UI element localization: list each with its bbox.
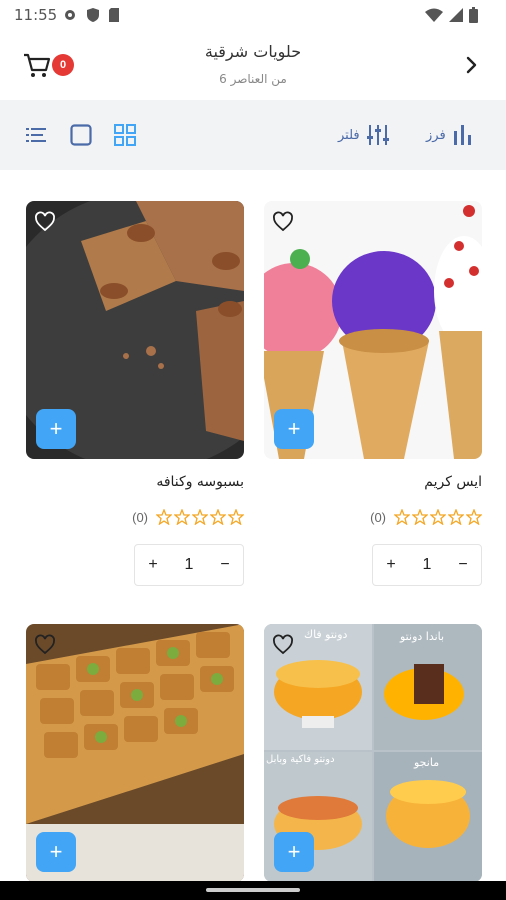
battery-icon [469, 7, 478, 23]
star-icon [192, 509, 208, 525]
product-card[interactable]: دونتو فاك باندا دونتو دونتو فاكية وبابل … [264, 624, 482, 882]
sort-button[interactable]: فرز [426, 120, 472, 150]
star-icon [466, 509, 482, 525]
overlay-text: مانجو [414, 756, 440, 769]
add-to-cart-button[interactable]: + [36, 832, 76, 872]
status-time: 11:55 [14, 6, 58, 24]
app-header: 0 حلويات شرقية 6 من العناصر [0, 32, 506, 100]
filter-label: فلتر [338, 127, 360, 143]
grid-view-button[interactable] [114, 120, 136, 150]
page-title: حلويات شرقية [204, 42, 302, 61]
star-icon [394, 509, 410, 525]
add-to-cart-button[interactable]: + [36, 409, 76, 449]
rating-count: (0) [370, 509, 386, 525]
rating-stars: (0) [370, 509, 482, 525]
item-count: 6 من العناصر [219, 72, 287, 86]
system-nav-bar [0, 881, 506, 900]
sd-card-icon [109, 8, 119, 22]
quantity-stepper: + 1 − [134, 544, 244, 586]
status-bar: 11:55 [0, 0, 506, 32]
list-view-icon [26, 128, 46, 142]
product-image[interactable]: + [26, 624, 244, 882]
rating-count: (0) [132, 509, 148, 525]
heart-icon[interactable] [272, 211, 294, 233]
star-icon [430, 509, 446, 525]
decrease-button[interactable]: + [141, 556, 165, 574]
grid-view-icon [114, 124, 136, 146]
heart-icon[interactable] [34, 634, 56, 656]
product-card[interactable]: + ايس كريم (0) + 1 − [264, 201, 482, 586]
quantity-value: 1 [184, 556, 194, 573]
quantity-stepper: + 1 − [372, 544, 482, 586]
star-icon [156, 509, 172, 525]
sort-label: فرز [426, 127, 446, 143]
quantity-value: 1 [422, 556, 432, 573]
single-view-button[interactable] [70, 120, 92, 150]
add-to-cart-button[interactable]: + [274, 409, 314, 449]
overlay-text: دونتو فاكية وبابل [266, 754, 335, 765]
signal-icon [449, 8, 463, 22]
decrease-button[interactable]: + [379, 556, 403, 574]
star-icon [412, 509, 428, 525]
product-image[interactable]: + [264, 201, 482, 459]
product-name: بسبوسه وكنافه [156, 474, 244, 490]
product-name: ايس كريم [424, 474, 482, 490]
sort-icon [453, 125, 471, 145]
star-icon [210, 509, 226, 525]
star-icon [448, 509, 464, 525]
add-to-cart-button[interactable]: + [274, 832, 314, 872]
star-icon [228, 509, 244, 525]
overlay-text: باندا دونتو [400, 630, 445, 643]
rating-stars: (0) [132, 509, 244, 525]
home-gesture-handle[interactable] [206, 888, 300, 892]
filter-icon [366, 125, 389, 145]
chevron-right-icon[interactable] [460, 54, 482, 76]
star-icon [174, 509, 190, 525]
settings-icon [65, 10, 75, 20]
product-card[interactable]: + بسبوسه وكنافه (0) + 1 − [26, 201, 244, 586]
increase-button[interactable]: − [451, 556, 475, 574]
square-view-icon [70, 124, 92, 146]
list-view-button[interactable] [26, 120, 48, 150]
heart-icon[interactable] [272, 634, 294, 656]
increase-button[interactable]: − [213, 556, 237, 574]
heart-icon[interactable] [34, 211, 56, 233]
toolbar: فلتر فرز [0, 100, 506, 170]
product-card[interactable]: + [26, 624, 244, 882]
filter-button[interactable]: فلتر [338, 120, 390, 150]
wifi-icon [425, 8, 443, 22]
product-image[interactable]: دونتو فاك باندا دونتو دونتو فاكية وبابل … [264, 624, 482, 882]
shield-icon [87, 8, 99, 22]
product-image[interactable]: + [26, 201, 244, 459]
overlay-text: دونتو فاك [304, 628, 348, 641]
